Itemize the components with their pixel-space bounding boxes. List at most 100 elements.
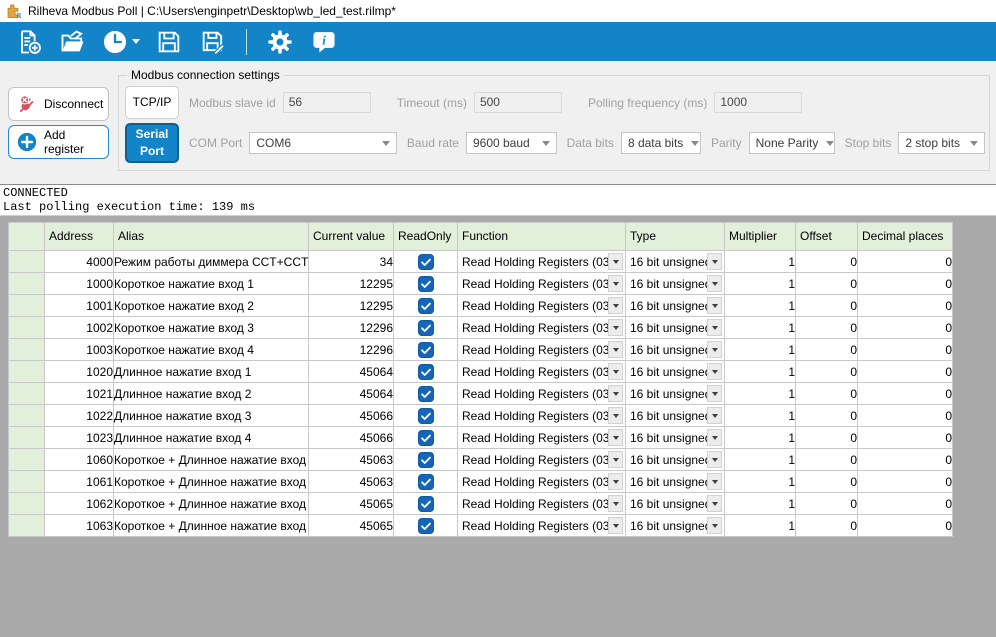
cell-offset[interactable]: 0 xyxy=(796,295,858,317)
cell-current-value[interactable]: 45065 xyxy=(309,515,394,537)
cell-offset[interactable]: 0 xyxy=(796,251,858,273)
type-select[interactable]: 16 bit unsigned xyxy=(626,471,724,492)
type-select[interactable]: 16 bit unsigned xyxy=(626,317,724,338)
function-select[interactable]: Read Holding Registers (03) xyxy=(458,427,625,448)
readonly-checkbox[interactable] xyxy=(418,364,434,380)
row-selector[interactable] xyxy=(9,295,45,317)
function-dropdown-button[interactable] xyxy=(608,495,623,512)
readonly-checkbox[interactable] xyxy=(418,496,434,512)
function-dropdown-button[interactable] xyxy=(608,253,623,270)
cell-offset[interactable]: 0 xyxy=(796,273,858,295)
serial-mode-button[interactable]: Serial Port xyxy=(125,123,179,163)
new-file-button[interactable] xyxy=(10,26,48,58)
cell-offset[interactable]: 0 xyxy=(796,449,858,471)
function-select[interactable]: Read Holding Registers (03) xyxy=(458,361,625,382)
cell-current-value[interactable]: 12295 xyxy=(309,273,394,295)
cell-current-value[interactable]: 45066 xyxy=(309,405,394,427)
cell-current-value[interactable]: 12296 xyxy=(309,317,394,339)
com-port-select[interactable]: COM6 xyxy=(249,132,397,154)
row-selector[interactable] xyxy=(9,317,45,339)
row-selector[interactable] xyxy=(9,383,45,405)
cell-offset[interactable]: 0 xyxy=(796,361,858,383)
function-select[interactable]: Read Holding Registers (03) xyxy=(458,471,625,492)
cell-address[interactable]: 1063 xyxy=(45,515,114,537)
type-select[interactable]: 16 bit unsigned xyxy=(626,449,724,470)
cell-multiplier[interactable]: 1 xyxy=(725,295,796,317)
readonly-checkbox[interactable] xyxy=(418,474,434,490)
type-select[interactable]: 16 bit unsigned xyxy=(626,493,724,514)
cell-alias[interactable]: Длинное нажатие вход 4 xyxy=(114,427,309,449)
col-header-alias[interactable]: Alias xyxy=(114,223,309,251)
col-header-offset[interactable]: Offset xyxy=(796,223,858,251)
type-dropdown-button[interactable] xyxy=(707,275,722,292)
cell-decimal-places[interactable]: 0 xyxy=(858,383,953,405)
cell-alias[interactable]: Длинное нажатие вход 2 xyxy=(114,383,309,405)
type-dropdown-button[interactable] xyxy=(707,429,722,446)
title-bar[interactable]: R Rilheva Modbus Poll | C:\Users\enginpe… xyxy=(0,0,996,22)
cell-decimal-places[interactable]: 0 xyxy=(858,273,953,295)
type-select[interactable]: 16 bit unsigned xyxy=(626,427,724,448)
type-dropdown-button[interactable] xyxy=(707,253,722,270)
cell-address[interactable]: 1023 xyxy=(45,427,114,449)
readonly-checkbox[interactable] xyxy=(418,276,434,292)
cell-address[interactable]: 1020 xyxy=(45,361,114,383)
disconnect-button[interactable]: Disconnect xyxy=(8,87,109,121)
recent-files-button[interactable] xyxy=(98,26,144,58)
type-select[interactable]: 16 bit unsigned xyxy=(626,273,724,294)
function-dropdown-button[interactable] xyxy=(608,451,623,468)
save-as-button[interactable] xyxy=(194,26,232,58)
cell-alias[interactable]: Короткое + Длинное нажатие вход 2 xyxy=(114,471,309,493)
row-selector[interactable] xyxy=(9,449,45,471)
type-dropdown-button[interactable] xyxy=(707,451,722,468)
cell-address[interactable]: 1022 xyxy=(45,405,114,427)
type-dropdown-button[interactable] xyxy=(707,473,722,490)
function-dropdown-button[interactable] xyxy=(608,473,623,490)
timeout-input[interactable]: 500 xyxy=(474,92,562,113)
function-select[interactable]: Read Holding Registers (03) xyxy=(458,339,625,360)
save-button[interactable] xyxy=(150,26,188,58)
cell-current-value[interactable]: 12296 xyxy=(309,339,394,361)
cell-address[interactable]: 1061 xyxy=(45,471,114,493)
cell-alias[interactable]: Короткое + Длинное нажатие вход 3 xyxy=(114,493,309,515)
type-select[interactable]: 16 bit unsigned xyxy=(626,405,724,426)
cell-offset[interactable]: 0 xyxy=(796,339,858,361)
col-header-type[interactable]: Type xyxy=(626,223,725,251)
row-selector[interactable] xyxy=(9,515,45,537)
readonly-checkbox[interactable] xyxy=(418,452,434,468)
cell-multiplier[interactable]: 1 xyxy=(725,317,796,339)
row-selector[interactable] xyxy=(9,405,45,427)
cell-offset[interactable]: 0 xyxy=(796,383,858,405)
function-select[interactable]: Read Holding Registers (03) xyxy=(458,251,625,272)
cell-address[interactable]: 1003 xyxy=(45,339,114,361)
cell-address[interactable]: 1002 xyxy=(45,317,114,339)
row-selector[interactable] xyxy=(9,339,45,361)
type-dropdown-button[interactable] xyxy=(707,363,722,380)
info-button[interactable]: i xyxy=(305,26,343,58)
cell-decimal-places[interactable]: 0 xyxy=(858,405,953,427)
type-select[interactable]: 16 bit unsigned xyxy=(626,515,724,536)
type-dropdown-button[interactable] xyxy=(707,495,722,512)
col-header-decimal-places[interactable]: Decimal places xyxy=(858,223,953,251)
cell-decimal-places[interactable]: 0 xyxy=(858,515,953,537)
cell-current-value[interactable]: 45064 xyxy=(309,383,394,405)
function-select[interactable]: Read Holding Registers (03) xyxy=(458,493,625,514)
type-dropdown-button[interactable] xyxy=(707,297,722,314)
cell-address[interactable]: 1000 xyxy=(45,273,114,295)
col-header-readonly[interactable]: ReadOnly xyxy=(394,223,458,251)
type-select[interactable]: 16 bit unsigned xyxy=(626,295,724,316)
readonly-checkbox[interactable] xyxy=(418,298,434,314)
cell-offset[interactable]: 0 xyxy=(796,515,858,537)
cell-multiplier[interactable]: 1 xyxy=(725,471,796,493)
cell-alias[interactable]: Длинное нажатие вход 1 xyxy=(114,361,309,383)
cell-current-value[interactable]: 45063 xyxy=(309,471,394,493)
readonly-checkbox[interactable] xyxy=(418,430,434,446)
cell-decimal-places[interactable]: 0 xyxy=(858,251,953,273)
parity-select[interactable]: None Parity xyxy=(749,132,835,154)
cell-alias[interactable]: Длинное нажатие вход 3 xyxy=(114,405,309,427)
cell-multiplier[interactable]: 1 xyxy=(725,515,796,537)
function-dropdown-button[interactable] xyxy=(608,319,623,336)
cell-decimal-places[interactable]: 0 xyxy=(858,493,953,515)
cell-offset[interactable]: 0 xyxy=(796,405,858,427)
cell-current-value[interactable]: 45065 xyxy=(309,493,394,515)
readonly-checkbox[interactable] xyxy=(418,518,434,534)
